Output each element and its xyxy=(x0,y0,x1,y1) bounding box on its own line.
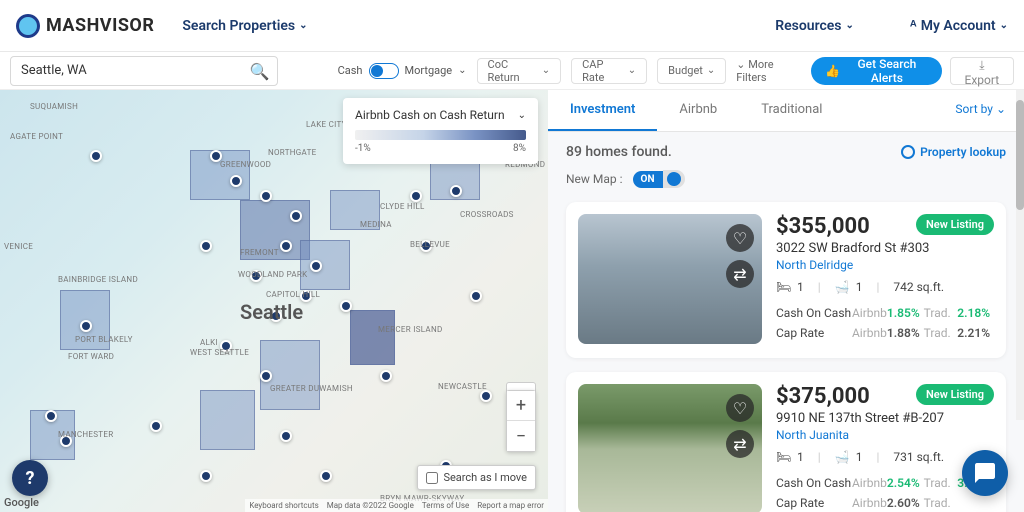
metric-label: Cash On Cash xyxy=(776,476,852,490)
results-tabs: Investment Airbnb Traditional Sort by ⌄ xyxy=(548,90,1024,132)
nav-search-properties[interactable]: Search Properties⌄ xyxy=(182,18,307,34)
bath-icon: 🛁 xyxy=(835,280,851,294)
map-legend: Airbnb Cash on Cash Return ⌄ -1%8% xyxy=(343,98,538,164)
listing-image[interactable]: ♡ ⇄ xyxy=(578,214,762,344)
metric-label: Cash On Cash xyxy=(776,306,852,320)
brand-logo[interactable]: MASHVISOR xyxy=(16,14,154,38)
results-panel: Investment Airbnb Traditional Sort by ⌄ … xyxy=(548,90,1024,512)
filter-coc-return[interactable]: CoC Return⌄ xyxy=(477,58,562,84)
favorite-button[interactable]: ♡ xyxy=(726,394,754,422)
sqft-stat: 742 sq.ft. xyxy=(893,280,944,294)
metric-label: Cap Rate xyxy=(776,496,852,510)
zoom-controls: + − xyxy=(506,390,536,452)
sort-dropdown[interactable]: Sort by ⌄ xyxy=(937,90,1024,131)
compare-button[interactable]: ⇄ xyxy=(726,260,754,288)
new-listing-badge: New Listing xyxy=(916,214,994,235)
chevron-down-icon: ⌄ xyxy=(1000,20,1008,31)
listing-card[interactable]: ♡ ⇄ $355,000 New Listing 3022 SW Bradfor… xyxy=(566,202,1006,358)
get-alerts-button[interactable]: 👍 Get Search Alerts xyxy=(811,57,942,85)
location-search: 🔍 xyxy=(10,56,278,86)
tab-investment[interactable]: Investment xyxy=(548,90,657,131)
chevron-down-icon[interactable]: ⌄ xyxy=(518,110,526,121)
metric-row: Cap Rate Airbnb 1.88% Trad. 2.21% xyxy=(776,326,994,340)
export-button[interactable]: ⤓ Export xyxy=(950,57,1014,85)
listing-image[interactable]: ♡ ⇄ xyxy=(578,384,762,512)
baths-stat: 🛁1 xyxy=(835,280,863,294)
logo-icon xyxy=(16,14,40,38)
listing-card[interactable]: ♡ ⇄ $375,000 New Listing 9910 NE 137th S… xyxy=(566,372,1006,512)
map-footer: Keyboard shortcuts Map data ©2022 Google… xyxy=(245,499,548,512)
sqft-stat: 731 sq.ft. xyxy=(893,450,944,464)
map-city-label: Seattle xyxy=(240,300,303,324)
listing-address: 3022 SW Bradford St #303 xyxy=(776,241,994,256)
metric-label: Cap Rate xyxy=(776,326,852,340)
filter-cap-rate[interactable]: CAP Rate⌄ xyxy=(571,58,647,84)
help-button[interactable]: ? xyxy=(12,460,48,496)
cash-mortgage-toggle[interactable]: Cash Mortgage⌄ xyxy=(338,63,467,79)
new-listing-badge: New Listing xyxy=(916,384,994,405)
bed-icon: 🛏 xyxy=(776,280,792,294)
listing-price: $375,000 xyxy=(776,384,870,409)
baths-stat: 🛁1 xyxy=(835,450,863,464)
chevron-down-icon: ⌄ xyxy=(846,20,854,31)
filter-budget[interactable]: Budget⌄ xyxy=(657,58,726,84)
beds-stat: 🛏1 xyxy=(776,280,804,294)
search-icon[interactable]: 🔍 xyxy=(250,62,270,81)
brand-text: MASHVISOR xyxy=(46,15,154,36)
favorite-button[interactable]: ♡ xyxy=(726,224,754,252)
chevron-down-icon: ⌄ xyxy=(299,20,307,31)
tab-traditional[interactable]: Traditional xyxy=(739,90,844,131)
location-input[interactable] xyxy=(10,56,278,86)
legend-gradient xyxy=(355,130,526,140)
tab-airbnb[interactable]: Airbnb xyxy=(657,90,739,131)
listing-stats: 🛏1 | 🛁1 | 731 sq.ft. xyxy=(776,450,994,464)
google-attribution: Google xyxy=(4,496,39,509)
map-view[interactable]: Suquamish Agate Point Bainbridge Island … xyxy=(0,90,548,512)
listing-address: 9910 NE 137th Street #B-207 xyxy=(776,411,994,426)
filter-bar: 🔍 Cash Mortgage⌄ CoC Return⌄ CAP Rate⌄ B… xyxy=(0,52,1024,90)
results-count: 89 homes found. xyxy=(566,144,672,160)
listing-neighborhood[interactable]: North Delridge xyxy=(776,258,994,272)
search-as-move-checkbox[interactable] xyxy=(426,472,438,484)
property-lookup-link[interactable]: Property lookup xyxy=(901,145,1006,159)
more-filters-link[interactable]: ⌄ More Filters xyxy=(736,58,801,84)
zoom-in-button[interactable]: + xyxy=(507,391,535,421)
beds-stat: 🛏1 xyxy=(776,450,804,464)
listing-neighborhood[interactable]: North Juanita xyxy=(776,428,994,442)
metric-row: Cash On Cash Airbnb 1.85% Trad. 2.18% xyxy=(776,306,994,320)
new-map-label: New Map : xyxy=(566,172,623,186)
metric-row: Cash On Cash Airbnb 2.54% Trad. 3.0 xyxy=(776,476,994,490)
scrollbar[interactable] xyxy=(1016,90,1024,420)
chat-button[interactable] xyxy=(962,450,1008,496)
top-header: MASHVISOR Search Properties⌄ Resources⌄ … xyxy=(0,0,1024,52)
user-icon: ᴬ xyxy=(910,17,917,34)
toggle-switch[interactable] xyxy=(369,63,399,79)
bath-icon: 🛁 xyxy=(835,450,851,464)
bed-icon: 🛏 xyxy=(776,450,792,464)
compare-button[interactable]: ⇄ xyxy=(726,430,754,458)
listing-price: $355,000 xyxy=(776,214,870,239)
new-map-toggle[interactable]: ON xyxy=(633,170,685,188)
search-as-move-control[interactable]: Search as I move xyxy=(417,465,536,490)
listing-stats: 🛏1 | 🛁1 | 742 sq.ft. xyxy=(776,280,994,294)
metric-row: Cap Rate Airbnb 2.60% Trad. xyxy=(776,496,994,510)
zoom-out-button[interactable]: − xyxy=(507,421,535,451)
nav-resources[interactable]: Resources⌄ xyxy=(775,18,854,34)
nav-my-account[interactable]: ᴬ My Account⌄ xyxy=(910,17,1008,34)
